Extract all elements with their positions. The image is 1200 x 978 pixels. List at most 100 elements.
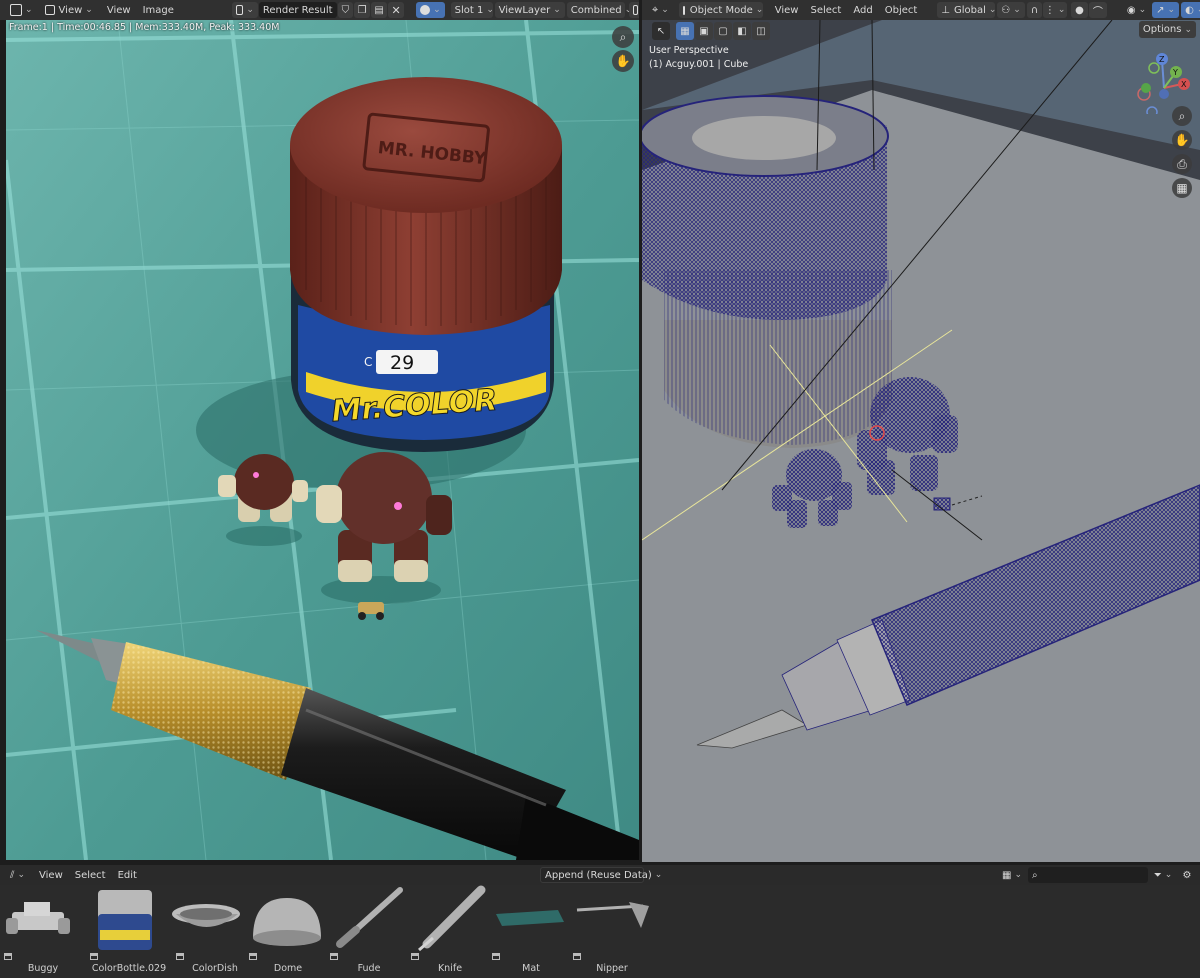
- viewport-perspective-text: User Perspective: [649, 45, 729, 56]
- asset-editor-type[interactable]: ⫽: [6, 867, 29, 883]
- orientation-label: Global: [954, 4, 986, 16]
- asset-menu-view[interactable]: View: [33, 867, 69, 883]
- vp-menu-object[interactable]: Object: [879, 2, 924, 18]
- asset-marker-icon: [90, 953, 98, 960]
- render-pass-label: Combined: [570, 4, 622, 16]
- view-mode-dropdown[interactable]: View: [41, 2, 97, 18]
- asset-knife[interactable]: Knife: [407, 884, 493, 978]
- asset-marker-icon: [176, 953, 184, 960]
- label-number-prefix: C: [364, 355, 372, 369]
- bottle-wire-lid-inner: [692, 116, 836, 160]
- gizmo-icon: ↗: [1156, 4, 1165, 16]
- asset-menu-select[interactable]: Select: [69, 867, 112, 883]
- asset-dome[interactable]: Dome: [245, 884, 331, 978]
- zoom-button[interactable]: ⌕: [612, 26, 634, 48]
- image-name-field[interactable]: Render Result: [258, 2, 337, 18]
- gizmo-neg-z[interactable]: [1146, 106, 1158, 118]
- thumbnails-icon: ▦: [1002, 869, 1012, 881]
- asset-mat[interactable]: Mat: [488, 884, 574, 978]
- asset-colorbottle[interactable]: ColorBottle.029: [86, 884, 172, 978]
- select-tool-button[interactable]: ↖: [652, 22, 670, 40]
- editor-separator[interactable]: [639, 0, 642, 862]
- image-browse-button[interactable]: [231, 2, 258, 18]
- vp-pan-button[interactable]: ✋: [1172, 130, 1192, 150]
- menu-image[interactable]: Image: [137, 2, 180, 18]
- overlay-toggle[interactable]: ◐: [1181, 2, 1200, 18]
- display-mode-button[interactable]: ▦: [1000, 867, 1024, 883]
- snap-toggle[interactable]: ∩: [1026, 2, 1043, 18]
- asset-marker-icon: [4, 953, 12, 960]
- viewport-editor-type[interactable]: ⌖: [648, 2, 673, 18]
- gizmo-center: [1141, 83, 1151, 93]
- alpha-icon: [632, 5, 639, 15]
- gizmo-neg-y[interactable]: [1148, 62, 1160, 74]
- select-intersect-button[interactable]: ◫: [752, 22, 770, 40]
- slot-label: Slot 1: [454, 4, 484, 16]
- unlink-image-button[interactable]: ✕: [388, 2, 405, 18]
- gear-icon: ⚙: [1182, 869, 1192, 881]
- open-image-button[interactable]: ▤: [371, 2, 388, 18]
- select-subtract-button[interactable]: ▢: [714, 22, 732, 40]
- vp-menu-select[interactable]: Select: [804, 2, 847, 18]
- asset-settings-button[interactable]: ⚙: [1178, 867, 1196, 883]
- asset-search-input[interactable]: ⌕: [1028, 867, 1148, 883]
- vp-zoom-button[interactable]: ⌕: [1172, 106, 1192, 126]
- view-layer-dropdown[interactable]: ViewLayer: [494, 2, 565, 18]
- pan-button[interactable]: ✋: [612, 50, 634, 72]
- orientation-dropdown[interactable]: ⊥ Global: [937, 2, 996, 18]
- viewport-scene: [642, 20, 1200, 862]
- slot-dropdown[interactable]: Slot 1: [450, 2, 493, 18]
- import-method-dropdown[interactable]: Append (Reuse Data): [540, 867, 652, 883]
- asset-label: Dome: [273, 963, 303, 974]
- view-icon: [44, 5, 55, 15]
- magnet-icon: ∩: [1030, 4, 1039, 16]
- filter-dropdown[interactable]: ⏷: [1150, 867, 1176, 883]
- asset-label: ColorBottle.029: [91, 963, 167, 974]
- select-new-button[interactable]: ▦: [676, 22, 694, 40]
- editor-type-button[interactable]: [6, 2, 37, 18]
- vp-ortho-button[interactable]: ▦: [1172, 178, 1192, 198]
- vp-menu-add[interactable]: Add: [847, 2, 878, 18]
- options-dropdown[interactable]: Options: [1138, 21, 1196, 38]
- vp-menu-view[interactable]: View: [769, 2, 805, 18]
- proportional-edit-toggle[interactable]: ●: [1071, 2, 1088, 18]
- falloff-dropdown[interactable]: ⌒: [1088, 2, 1107, 18]
- mode-dropdown[interactable]: Object Mode: [678, 2, 763, 18]
- select-extend-button[interactable]: ▣: [695, 22, 713, 40]
- view-mode-label: View: [58, 4, 83, 16]
- render-pass-dropdown[interactable]: Combined: [566, 2, 625, 18]
- select-invert-button[interactable]: ◧: [733, 22, 751, 40]
- fake-user-button[interactable]: ⛉: [337, 2, 354, 18]
- view-layer-label: ViewLayer: [498, 4, 551, 16]
- asset-fude[interactable]: Fude: [326, 884, 412, 978]
- asset-buggy[interactable]: Buggy: [0, 884, 86, 978]
- import-method-label: Append (Reuse Data): [545, 869, 652, 881]
- 3d-viewport[interactable]: User Perspective (1) Acguy.001 | Cube ↖ …: [642, 20, 1200, 862]
- menu-view[interactable]: View: [101, 2, 137, 18]
- eye-icon: ◉: [1126, 4, 1136, 16]
- vp-camera-button[interactable]: ⎙: [1172, 154, 1192, 174]
- display-channels-icon: [420, 5, 431, 15]
- asset-label: Mat: [522, 963, 540, 974]
- select-invert-icon: ◧: [737, 25, 747, 37]
- gizmo-neg-x2: [1159, 89, 1169, 99]
- asset-menu-edit[interactable]: Edit: [112, 867, 143, 883]
- viewport-header: ⌖ Object Mode View Select Add Object ⊥ G…: [642, 0, 1200, 20]
- render-image: Mr.COLOR C 29 MR. HOBBY: [6, 20, 639, 860]
- render-result-canvas[interactable]: Mr.COLOR C 29 MR. HOBBY Frame:1 | Time:0…: [6, 20, 639, 860]
- asset-label: Knife: [437, 963, 463, 974]
- gizmo-toggle[interactable]: ↗: [1152, 2, 1180, 18]
- label-number: 29: [390, 352, 414, 374]
- image-browse-icon: [235, 5, 244, 15]
- options-label: Options: [1142, 24, 1182, 35]
- snap-dropdown[interactable]: ⋮: [1043, 2, 1068, 18]
- pivot-dropdown[interactable]: ⚇: [997, 2, 1025, 18]
- asset-marker-icon: [411, 953, 419, 960]
- new-image-button[interactable]: ❐: [354, 2, 371, 18]
- visibility-dropdown[interactable]: ◉: [1123, 2, 1150, 18]
- image-editor-header: View View Image Render Result ⛉ ❐ ▤ ✕ Sl…: [0, 0, 653, 20]
- hand-icon: ✋: [1174, 133, 1190, 147]
- display-channels-dropdown[interactable]: [416, 2, 445, 18]
- asset-nipper[interactable]: Nipper: [569, 884, 655, 978]
- navigation-gizmo[interactable]: Z Y X: [1132, 50, 1196, 118]
